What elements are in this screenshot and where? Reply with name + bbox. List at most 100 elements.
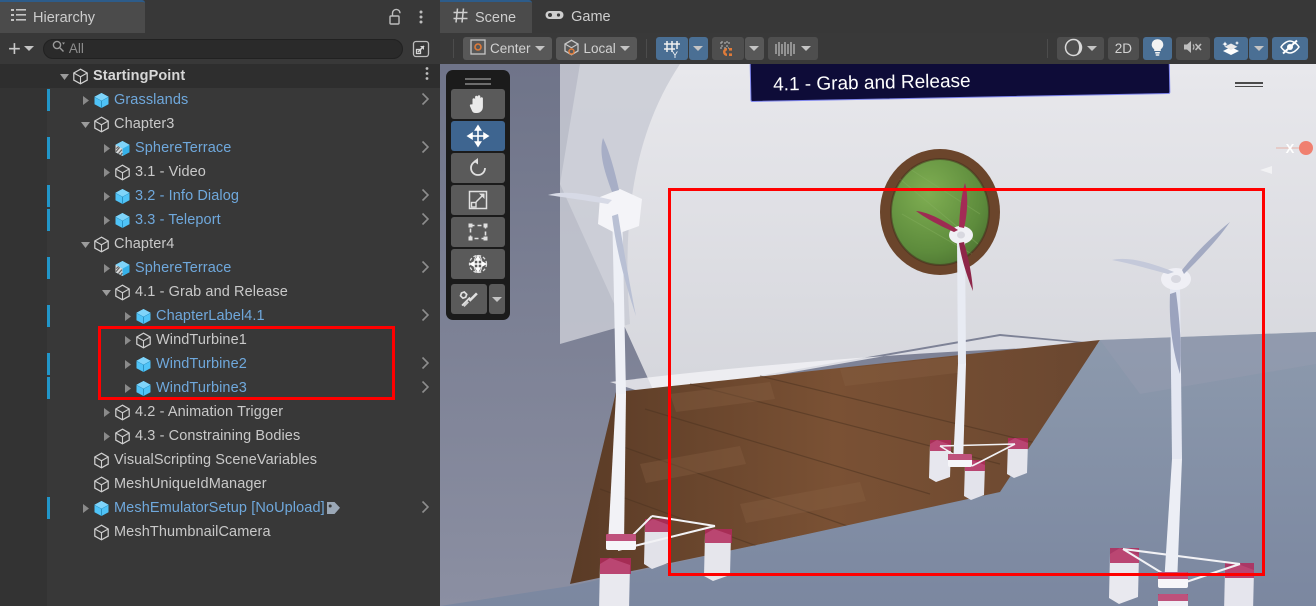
chevron-right-icon[interactable] (100, 167, 113, 178)
scene-audio-toggle[interactable] (1176, 37, 1210, 60)
scene-orientation-gizmo[interactable]: X (1258, 126, 1313, 180)
scale-icon (468, 190, 488, 210)
tab-hierarchy[interactable]: Hierarchy (0, 0, 145, 33)
move-tool[interactable] (451, 121, 505, 151)
gameobject-cube-icon (92, 451, 111, 469)
tab-scene[interactable]: Scene (440, 0, 533, 33)
chevron-right-icon[interactable] (121, 311, 134, 322)
snap-increment-button[interactable] (767, 37, 818, 60)
prefab-open-chevron-icon[interactable] (421, 212, 430, 229)
prefab-open-chevron-icon[interactable] (421, 308, 430, 325)
tools-drag-handle[interactable] (451, 75, 505, 87)
custom-tool-dropdown[interactable] (489, 284, 505, 314)
cube-local-icon (563, 39, 580, 59)
view-2d-label: 2D (1114, 41, 1132, 56)
hierarchy-item-label: WindTurbine1 (156, 332, 247, 348)
search-icon (52, 40, 65, 58)
chevron-right-icon[interactable] (100, 191, 113, 202)
custom-tool-button[interactable] (451, 284, 487, 314)
tag-label-icon (326, 501, 341, 515)
rotate-tool[interactable] (451, 153, 505, 183)
chevron-right-icon[interactable] (79, 503, 92, 514)
prefab-open-chevron-icon[interactable] (421, 188, 430, 205)
hierarchy-row-4-1-grab-and-release[interactable]: 4.1 - Grab and Release (0, 280, 440, 304)
hierarchy-row-windturbine3[interactable]: WindTurbine3 (0, 376, 440, 400)
rect-tool[interactable] (451, 217, 505, 247)
create-gameobject-button[interactable]: + (6, 37, 36, 59)
chevron-right-icon[interactable] (121, 335, 134, 346)
kebab-menu-icon[interactable] (410, 6, 432, 28)
vertex-snap-dropdown[interactable] (744, 37, 764, 60)
hierarchy-tree[interactable]: StartingPoint Grasslands Chapter3 SphereTer… (0, 64, 440, 606)
search-input[interactable]: All (42, 38, 403, 59)
scene-lighting-toggle[interactable] (1143, 37, 1172, 60)
prefab-override-bar (47, 497, 50, 519)
vertex-snap-toggle[interactable] (711, 37, 744, 60)
pivot-mode-button[interactable]: Center (463, 37, 552, 60)
scene-3d-render (440, 64, 1316, 606)
hierarchy-row-visualscripting-scenevariables[interactable]: VisualScripting SceneVariables (0, 448, 440, 472)
hierarchy-row-chapter4[interactable]: Chapter4 (0, 232, 440, 256)
hierarchy-row-startingpoint[interactable]: StartingPoint (0, 64, 440, 88)
scene-toolbar: Center Local Y 2D (440, 33, 1316, 64)
chevron-down-icon[interactable] (100, 287, 113, 298)
chevron-right-icon[interactable] (121, 359, 134, 370)
grid-snap-toggle[interactable]: Y (655, 37, 688, 60)
hierarchy-panel: Hierarchy + All StartingPoint Grasslands… (0, 0, 440, 606)
chevron-right-icon[interactable] (100, 143, 113, 154)
chevron-down-icon (534, 46, 545, 51)
hierarchy-item-label: Grasslands (114, 92, 189, 108)
prefab-open-chevron-icon[interactable] (421, 500, 430, 517)
chevron-right-icon[interactable] (100, 215, 113, 226)
chevron-right-icon[interactable] (100, 407, 113, 418)
chevron-right-icon[interactable] (79, 95, 92, 106)
hierarchy-row-3-1-video[interactable]: 3.1 - Video (0, 160, 440, 184)
chevron-down-icon[interactable] (58, 71, 71, 82)
hierarchy-row-sphereterrace[interactable]: SphereTerrace (0, 256, 440, 280)
chevron-down-icon[interactable] (79, 239, 92, 250)
hierarchy-row-meshthumbnailcamera[interactable]: MeshThumbnailCamera (0, 520, 440, 544)
prefab-open-chevron-icon[interactable] (421, 92, 430, 109)
prefab-open-chevron-icon[interactable] (421, 356, 430, 373)
effects-toggle[interactable] (1214, 37, 1248, 60)
hierarchy-row-4-2-animation-trigger[interactable]: 4.2 - Animation Trigger (0, 400, 440, 424)
prefab-open-chevron-icon[interactable] (421, 260, 430, 277)
toolbar-separator (645, 39, 647, 58)
hierarchy-row-3-3-teleport[interactable]: 3.3 - Teleport (0, 208, 440, 232)
prefab-open-chevron-icon[interactable] (421, 380, 430, 397)
prefab-open-chevron-icon[interactable] (421, 140, 430, 157)
scale-tool[interactable] (451, 185, 505, 215)
tab-game[interactable]: Game (532, 0, 627, 33)
chevron-right-icon[interactable] (100, 431, 113, 442)
hierarchy-row-meshemulatorsetup-noupload[interactable]: MeshEmulatorSetup [NoUpload] (0, 496, 440, 520)
hierarchy-row-meshuniqueidmanager[interactable]: MeshUniqueIdManager (0, 472, 440, 496)
hierarchy-row-windturbine2[interactable]: WindTurbine2 (0, 352, 440, 376)
open-in-new-icon[interactable] (408, 38, 434, 60)
hierarchy-row-chapter3[interactable]: Chapter3 (0, 112, 440, 136)
gameobject-cube-icon (92, 115, 111, 133)
scene-viewport[interactable]: 4.1 - Grab and Release X (440, 64, 1316, 606)
lock-open-icon[interactable] (384, 6, 406, 28)
effects-dropdown[interactable] (1249, 37, 1268, 60)
hierarchy-row-sphereterrace[interactable]: SphereTerrace (0, 136, 440, 160)
hierarchy-row-3-2-info-dialog[interactable]: 3.2 - Info Dialog (0, 184, 440, 208)
hierarchy-row-chapterlabel4-1[interactable]: ChapterLabel4.1 (0, 304, 440, 328)
transform-tool[interactable] (451, 249, 505, 279)
prefab-cube-icon (113, 188, 132, 205)
chevron-right-icon[interactable] (121, 383, 134, 394)
scene-context-menu-icon[interactable] (425, 66, 429, 86)
grid-snap-dropdown[interactable] (688, 37, 708, 60)
prefab-override-bar (47, 305, 50, 327)
handle-space-button[interactable]: Local (555, 37, 637, 60)
hierarchy-row-4-3-constraining-bodies[interactable]: 4.3 - Constraining Bodies (0, 424, 440, 448)
chevron-right-icon[interactable] (100, 263, 113, 274)
eye-off-icon (1279, 39, 1301, 58)
chevron-down-icon[interactable] (79, 119, 92, 130)
hierarchy-row-grasslands[interactable]: Grasslands (0, 88, 440, 112)
scene-tools-palette (446, 70, 510, 320)
hand-tool[interactable] (451, 89, 505, 119)
shading-mode-button[interactable] (1056, 37, 1104, 60)
scene-visibility-toggle[interactable] (1272, 37, 1308, 60)
view-2d-toggle[interactable]: 2D (1107, 37, 1139, 60)
hierarchy-row-windturbine1[interactable]: WindTurbine1 (0, 328, 440, 352)
